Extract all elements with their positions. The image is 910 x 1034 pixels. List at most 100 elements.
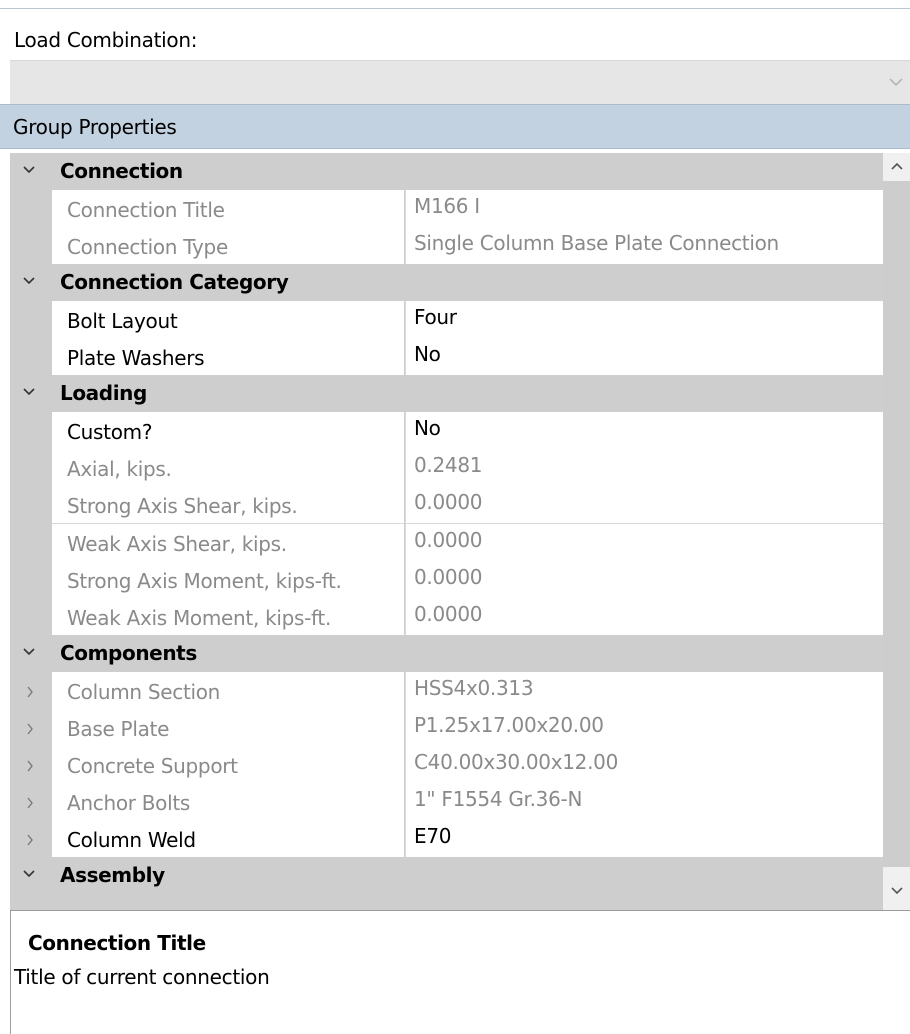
property-row[interactable]: Anchor Bolts 1" F1554 Gr.36-N: [10, 783, 883, 821]
property-value-cell[interactable]: 0.2481: [405, 449, 883, 487]
property-value[interactable]: Four: [414, 305, 457, 329]
chevron-down-icon[interactable]: [22, 276, 36, 286]
property-name-cell[interactable]: Custom?: [52, 412, 404, 450]
property-label: Axial, kips.: [67, 457, 172, 481]
property-value: M166 I: [414, 194, 480, 218]
property-label: Base Plate: [67, 717, 170, 741]
property-label: Strong Axis Moment, kips-ft.: [67, 569, 342, 593]
property-value: 0.0000: [414, 490, 483, 514]
property-name-cell[interactable]: Column Weld: [52, 820, 404, 858]
property-label: Connection Title: [67, 198, 225, 222]
load-combination-label: Load Combination:: [14, 28, 198, 52]
property-row[interactable]: Concrete Support C40.00x30.00x12.00: [10, 746, 883, 784]
scrollbar-thumb[interactable]: [883, 181, 910, 867]
property-value: HSS4x0.313: [414, 676, 534, 700]
property-name-cell[interactable]: Concrete Support: [52, 746, 404, 784]
property-name-cell[interactable]: Strong Axis Moment, kips-ft.: [52, 561, 404, 599]
property-value[interactable]: E70: [414, 824, 451, 848]
property-value: C40.00x30.00x12.00: [414, 750, 619, 774]
property-name-cell[interactable]: Connection Type: [52, 227, 404, 265]
property-row[interactable]: Connection Title M166 I: [10, 190, 883, 228]
property-value[interactable]: No: [414, 416, 441, 440]
property-row[interactable]: Plate Washers No: [10, 338, 883, 376]
property-value: P1.25x17.00x20.00: [414, 713, 604, 737]
property-value-cell[interactable]: No: [405, 412, 883, 450]
property-value: 0.0000: [414, 565, 483, 589]
property-label: Weak Axis Shear, kips.: [67, 532, 287, 556]
chevron-right-icon[interactable]: [26, 760, 34, 772]
chevron-right-icon[interactable]: [26, 723, 34, 735]
chevron-down-icon[interactable]: [22, 647, 36, 657]
property-value-cell[interactable]: Four: [405, 301, 883, 339]
property-row[interactable]: Weak Axis Moment, kips-ft. 0.0000: [10, 598, 883, 636]
property-value-cell[interactable]: HSS4x0.313: [405, 672, 883, 710]
scroll-down-icon[interactable]: [890, 886, 904, 896]
property-name-cell[interactable]: Weak Axis Shear, kips.: [52, 524, 404, 562]
chevron-right-icon[interactable]: [26, 834, 34, 846]
property-name-cell[interactable]: Bolt Layout: [52, 301, 404, 339]
property-grid: Connection Connection Title M166 I Connecti…: [10, 153, 883, 910]
property-label: Column Weld: [67, 828, 196, 852]
property-row[interactable]: Weak Axis Shear, kips. 0.0000: [10, 524, 883, 562]
property-value-cell[interactable]: C40.00x30.00x12.00: [405, 746, 883, 784]
property-row[interactable]: Connection Type Single Column Base Plate …: [10, 227, 883, 265]
load-combination-select[interactable]: [10, 60, 910, 104]
chevron-right-icon[interactable]: [26, 686, 34, 698]
property-value[interactable]: No: [414, 342, 441, 366]
chevron-down-icon[interactable]: [22, 387, 36, 397]
category-label: Loading: [60, 381, 147, 405]
property-name-cell[interactable]: Column Section: [52, 672, 404, 710]
category-label: Connection: [60, 159, 183, 183]
group-properties-title: Group Properties: [13, 115, 177, 139]
property-label: Column Section: [67, 680, 221, 704]
chevron-down-icon[interactable]: [22, 165, 36, 175]
property-label: Strong Axis Shear, kips.: [67, 494, 298, 518]
vertical-scrollbar[interactable]: [883, 153, 910, 910]
property-value: 0.2481: [414, 453, 483, 477]
category-row[interactable]: Components: [10, 635, 883, 673]
property-row[interactable]: Axial, kips. 0.2481: [10, 449, 883, 487]
property-label: Connection Type: [67, 235, 228, 259]
property-value-cell[interactable]: Single Column Base Plate Connection: [405, 227, 883, 265]
chevron-down-icon[interactable]: [22, 869, 36, 879]
category-label: Assembly: [60, 863, 165, 887]
property-name-cell[interactable]: Connection Title: [52, 190, 404, 228]
property-name-cell[interactable]: Weak Axis Moment, kips-ft.: [52, 598, 404, 636]
category-row[interactable]: Connection Category: [10, 264, 883, 302]
category-row[interactable]: Connection: [10, 153, 883, 191]
property-label: Anchor Bolts: [67, 791, 191, 815]
property-value-cell[interactable]: 0.0000: [405, 486, 883, 524]
property-value-cell[interactable]: 0.0000: [405, 561, 883, 599]
help-description: Title of current connection: [14, 965, 270, 989]
category-row[interactable]: Assembly: [10, 857, 883, 895]
property-label: Weak Axis Moment, kips-ft.: [67, 606, 332, 630]
property-name-cell[interactable]: Strong Axis Shear, kips.: [52, 486, 404, 524]
category-row[interactable]: Loading: [10, 375, 883, 413]
property-name-cell[interactable]: Plate Washers: [52, 338, 404, 376]
chevron-right-icon[interactable]: [26, 797, 34, 809]
property-label: Concrete Support: [67, 754, 238, 778]
chevron-down-icon[interactable]: [888, 75, 904, 89]
property-name-cell[interactable]: Anchor Bolts: [52, 783, 404, 821]
property-row[interactable]: Strong Axis Moment, kips-ft. 0.0000: [10, 561, 883, 599]
property-row[interactable]: Base Plate P1.25x17.00x20.00: [10, 709, 883, 747]
property-value-cell[interactable]: P1.25x17.00x20.00: [405, 709, 883, 747]
property-value: 0.0000: [414, 602, 483, 626]
property-value-cell[interactable]: 0.0000: [405, 524, 883, 562]
help-panel: Connection Title Title of current connec…: [10, 910, 910, 1034]
property-value-cell[interactable]: No: [405, 338, 883, 376]
property-row[interactable]: Custom? No: [10, 412, 883, 450]
property-value-cell[interactable]: 0.0000: [405, 598, 883, 636]
property-row[interactable]: Column Section HSS4x0.313: [10, 672, 883, 710]
property-name-cell[interactable]: Base Plate: [52, 709, 404, 747]
property-value-cell[interactable]: E70: [405, 820, 883, 858]
property-value-cell[interactable]: 1" F1554 Gr.36-N: [405, 783, 883, 821]
category-label: Connection Category: [60, 270, 289, 294]
property-name-cell[interactable]: Axial, kips.: [52, 449, 404, 487]
scroll-up-icon[interactable]: [890, 161, 904, 171]
property-row[interactable]: Bolt Layout Four: [10, 301, 883, 339]
property-row[interactable]: Strong Axis Shear, kips. 0.0000: [10, 486, 883, 524]
property-row[interactable]: Column Weld E70: [10, 820, 883, 858]
property-value-cell[interactable]: M166 I: [405, 190, 883, 228]
property-label: Bolt Layout: [67, 309, 178, 333]
